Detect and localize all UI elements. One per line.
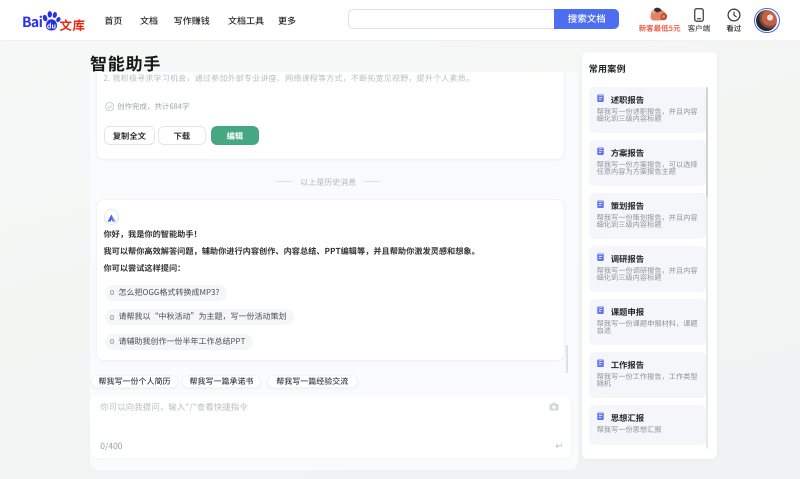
svg-text:du: du bbox=[47, 21, 56, 31]
